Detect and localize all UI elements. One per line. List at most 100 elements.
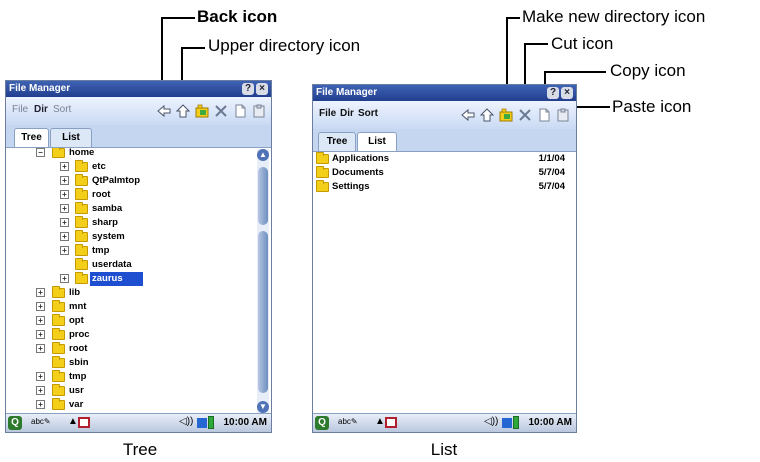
- folder-icon: [75, 188, 88, 200]
- cut-icon[interactable]: [518, 108, 532, 122]
- network-icon[interactable]: [197, 418, 207, 428]
- scroll-up-icon[interactable]: ▲: [257, 149, 269, 161]
- tree-item-tmp[interactable]: + tmp: [60, 244, 240, 258]
- tab-tree[interactable]: Tree: [14, 128, 49, 148]
- scroll-thumb[interactable]: [258, 167, 268, 225]
- copy-icon-leader: [544, 71, 606, 73]
- expand-icon[interactable]: +: [36, 400, 45, 409]
- copy-icon-callout: Copy icon: [610, 61, 686, 80]
- make-new-directory-icon[interactable]: [195, 104, 209, 118]
- expand-icon[interactable]: +: [36, 288, 45, 297]
- upper-directory-icon[interactable]: [480, 108, 494, 122]
- paste-icon[interactable]: [252, 104, 266, 118]
- menu-dir[interactable]: Dir: [34, 104, 48, 115]
- tree-item-usr[interactable]: + usr: [36, 384, 216, 398]
- tree-item-qtpalmtop[interactable]: + QtPalmtop: [60, 174, 240, 188]
- folder-icon: [75, 174, 88, 186]
- tree-item-tmp-top[interactable]: + tmp: [36, 370, 216, 384]
- tree-item-label: root: [69, 343, 88, 354]
- tree-item-label: sharp: [92, 217, 118, 228]
- expand-icon[interactable]: +: [36, 316, 45, 325]
- tree-item-zaurus[interactable]: + zaurus: [60, 272, 240, 286]
- clock[interactable]: 10:00 AM: [528, 417, 572, 428]
- expand-icon[interactable]: +: [60, 190, 69, 199]
- paste-icon[interactable]: [556, 108, 570, 122]
- expand-icon[interactable]: +: [60, 162, 69, 171]
- expand-icon[interactable]: +: [60, 204, 69, 213]
- make-new-directory-icon[interactable]: [499, 108, 513, 122]
- tree-item-opt[interactable]: + opt: [36, 314, 216, 328]
- list-item[interactable]: Settings 5/7/04: [315, 180, 573, 194]
- scroll-track-highlight: [258, 231, 268, 393]
- tree-item-etc[interactable]: + etc: [60, 160, 240, 174]
- expand-icon[interactable]: +: [60, 176, 69, 185]
- input-method-icon[interactable]: abc✎: [338, 417, 358, 426]
- help-button[interactable]: ?: [547, 87, 559, 99]
- clock[interactable]: 10:00 AM: [223, 417, 267, 428]
- menu-file[interactable]: File: [319, 108, 336, 119]
- input-method-icon[interactable]: abc✎: [31, 417, 51, 426]
- launcher-icon[interactable]: Q: [8, 416, 22, 430]
- cut-icon[interactable]: [214, 104, 228, 118]
- tree-item-label: sbin: [69, 357, 89, 368]
- upper-directory-icon[interactable]: [176, 104, 190, 118]
- folder-icon: [52, 342, 65, 354]
- expand-icon[interactable]: +: [60, 274, 69, 283]
- launcher-icon[interactable]: Q: [315, 416, 329, 430]
- tree-item-root-top[interactable]: + root: [36, 342, 216, 356]
- tree-item-lib[interactable]: + lib: [36, 286, 216, 300]
- menu-sort[interactable]: Sort: [53, 104, 71, 115]
- tab-list[interactable]: List: [50, 128, 92, 148]
- close-button[interactable]: ×: [256, 83, 268, 95]
- help-button[interactable]: ?: [242, 83, 254, 95]
- menu-file[interactable]: File: [12, 104, 28, 115]
- tree-item-sbin[interactable]: sbin: [36, 356, 216, 370]
- list-item[interactable]: Applications 1/1/04: [315, 152, 573, 166]
- folder-icon: [52, 148, 65, 158]
- tree-item-userdata[interactable]: userdata: [60, 258, 240, 272]
- notebook-icon[interactable]: [78, 417, 90, 428]
- tree-item-var[interactable]: + var: [36, 398, 216, 412]
- expand-icon[interactable]: +: [60, 246, 69, 255]
- copy-icon[interactable]: [537, 108, 551, 122]
- menu-dir[interactable]: Dir: [340, 108, 354, 119]
- tree-item-root[interactable]: + root: [60, 188, 240, 202]
- make-new-directory-icon-callout: Make new directory icon: [522, 7, 706, 26]
- back-icon[interactable]: [461, 108, 475, 122]
- expand-icon[interactable]: +: [60, 232, 69, 241]
- list-item[interactable]: Documents 5/7/04: [315, 166, 573, 180]
- window-title: File Manager: [9, 83, 71, 94]
- expand-icon[interactable]: +: [36, 344, 45, 353]
- expand-icon[interactable]: +: [36, 386, 45, 395]
- back-icon[interactable]: [157, 104, 171, 118]
- tree-item-home[interactable]: − home: [36, 148, 216, 160]
- expand-icon[interactable]: +: [36, 372, 45, 381]
- tree-item-system[interactable]: + system: [60, 230, 240, 244]
- tree-item-mnt[interactable]: + mnt: [36, 300, 216, 314]
- volume-icon[interactable]: ◁)): [179, 416, 193, 427]
- input-menu-icon[interactable]: ▲: [375, 416, 385, 427]
- vertical-scrollbar[interactable]: ▲ ▼: [257, 149, 269, 413]
- copy-icon[interactable]: [233, 104, 247, 118]
- tab-tree[interactable]: Tree: [318, 132, 356, 152]
- tree-item-samba[interactable]: + samba: [60, 202, 240, 216]
- input-menu-icon[interactable]: ▲: [68, 416, 78, 427]
- expand-icon[interactable]: +: [36, 330, 45, 339]
- volume-icon[interactable]: ◁)): [484, 416, 498, 427]
- collapse-icon[interactable]: −: [36, 148, 45, 157]
- taskbar: Q abc✎ ▲ ◁)) 10:00 AM: [313, 413, 576, 432]
- tree-item-proc[interactable]: + proc: [36, 328, 216, 342]
- list-item-name: Settings: [332, 181, 370, 192]
- tab-list[interactable]: List: [357, 132, 397, 152]
- expand-icon[interactable]: +: [60, 218, 69, 227]
- tree-item-label: lib: [69, 287, 81, 298]
- menu-sort[interactable]: Sort: [358, 108, 378, 119]
- notebook-icon[interactable]: [385, 417, 397, 428]
- tree-item-sharp[interactable]: + sharp: [60, 216, 240, 230]
- network-icon[interactable]: [502, 418, 512, 428]
- battery-icon[interactable]: [208, 416, 214, 429]
- battery-icon[interactable]: [513, 416, 519, 429]
- close-button[interactable]: ×: [561, 87, 573, 99]
- scroll-down-icon[interactable]: ▼: [257, 401, 269, 413]
- expand-icon[interactable]: +: [36, 302, 45, 311]
